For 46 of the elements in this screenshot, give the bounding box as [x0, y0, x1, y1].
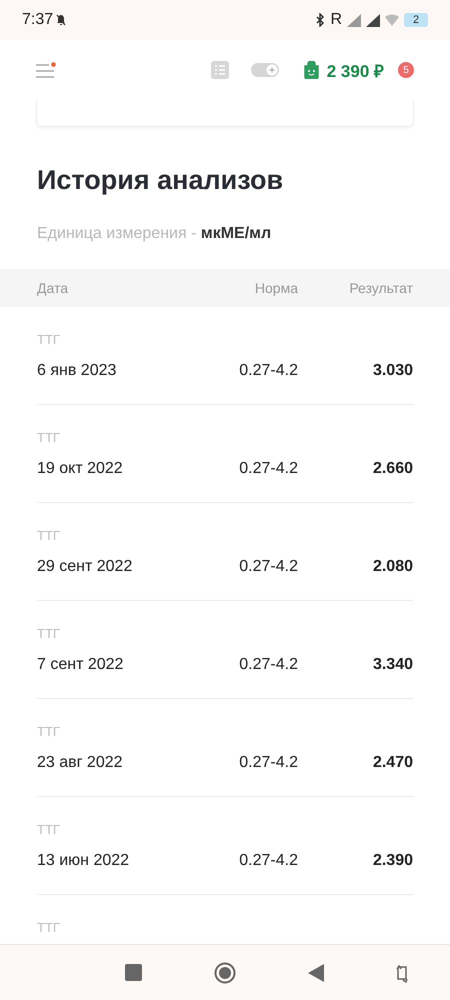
column-header: Норма: [254, 280, 298, 296]
date-cell-text: 19 окт 2022: [37, 460, 124, 478]
rotate-icon[interactable]: [396, 962, 408, 982]
norm-cell-text: 0.27-4.2: [238, 656, 298, 674]
date-cell-text: 29 сент 2022: [37, 558, 134, 576]
norm-cell-text: 0.27-4.2: [238, 558, 298, 576]
page-title: История анализов: [37, 165, 284, 197]
norm-cell-text: 0.27-4.2: [238, 754, 298, 772]
notification-badge[interactable]: 5: [398, 62, 414, 78]
test-name: ТТГ: [37, 724, 60, 739]
date-cell-text: 7 сент 2022: [37, 656, 124, 674]
clock-time: 7:37: [22, 11, 54, 29]
test-name: ТТГ: [37, 528, 60, 543]
unit-text: Единица измерения - мкМЕ/мл: [37, 225, 272, 244]
balance-button[interactable]: 2 390 ₽: [302, 58, 384, 82]
test-name: ТТГ: [37, 430, 60, 445]
bell-off-icon: [56, 14, 66, 26]
test-name: ТТГ: [37, 822, 60, 837]
norm-cell-text: 0.27-4.2: [238, 852, 298, 870]
result-cell-text: 3.030: [372, 362, 413, 380]
result-cell-text: 2.080: [372, 558, 413, 576]
date-cell-text: 6 янв 2023: [37, 362, 118, 380]
battery-level: 2: [404, 13, 428, 27]
column-header: Дата: [37, 280, 70, 296]
date-cell-text: 23 авг 2022: [37, 754, 124, 772]
result-cell-text: 2.390: [372, 852, 413, 870]
column-header: Результат: [348, 280, 413, 296]
result-cell-text: 2.470: [372, 754, 413, 772]
result-cell-text: 3.340: [372, 656, 413, 674]
result-cell-text: 2.660: [372, 460, 413, 478]
signal-icon: [366, 14, 380, 26]
home-icon[interactable]: [214, 962, 236, 984]
signal-icon: [347, 14, 361, 26]
date-cell-text: 13 июн 2022: [37, 852, 130, 870]
test-name: ТТГ: [37, 332, 60, 347]
network-type: R: [330, 11, 342, 29]
test-name: ТТГ: [37, 626, 60, 641]
test-name: ТТГ: [37, 920, 60, 935]
norm-cell-text: 0.27-4.2: [238, 460, 298, 478]
bag-icon: [302, 61, 320, 79]
back-icon[interactable]: [308, 964, 324, 982]
norm-cell-text: 0.27-4.2: [238, 362, 298, 380]
toggle-icon[interactable]: [250, 63, 279, 77]
wifi-icon: [385, 14, 399, 26]
menu-icon[interactable]: [36, 62, 56, 78]
bluetooth-icon: [316, 13, 326, 27]
